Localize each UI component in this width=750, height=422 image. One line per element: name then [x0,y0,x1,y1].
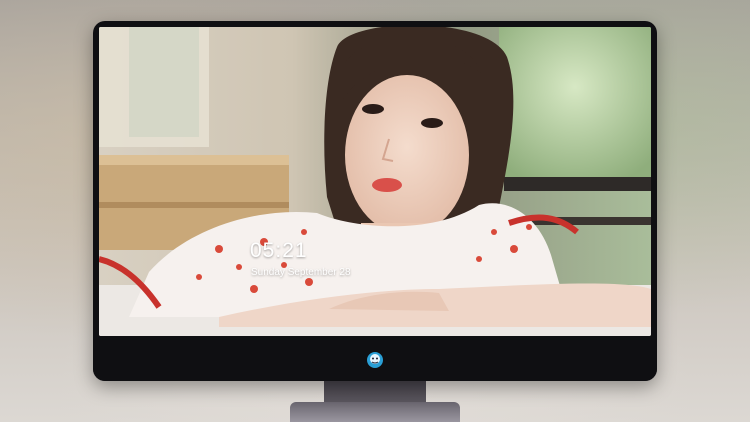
monitor-stand-base [290,402,460,422]
wallpaper-image [99,27,651,336]
lock-screen-time: 05:21 [250,239,308,262]
lock-screen-date: Sunday September 28 [251,267,351,278]
lock-screen[interactable]: 05:21 Sunday September 28 [99,27,651,336]
monitor-stand-neck [324,381,426,403]
brand-logo-icon [367,352,383,368]
